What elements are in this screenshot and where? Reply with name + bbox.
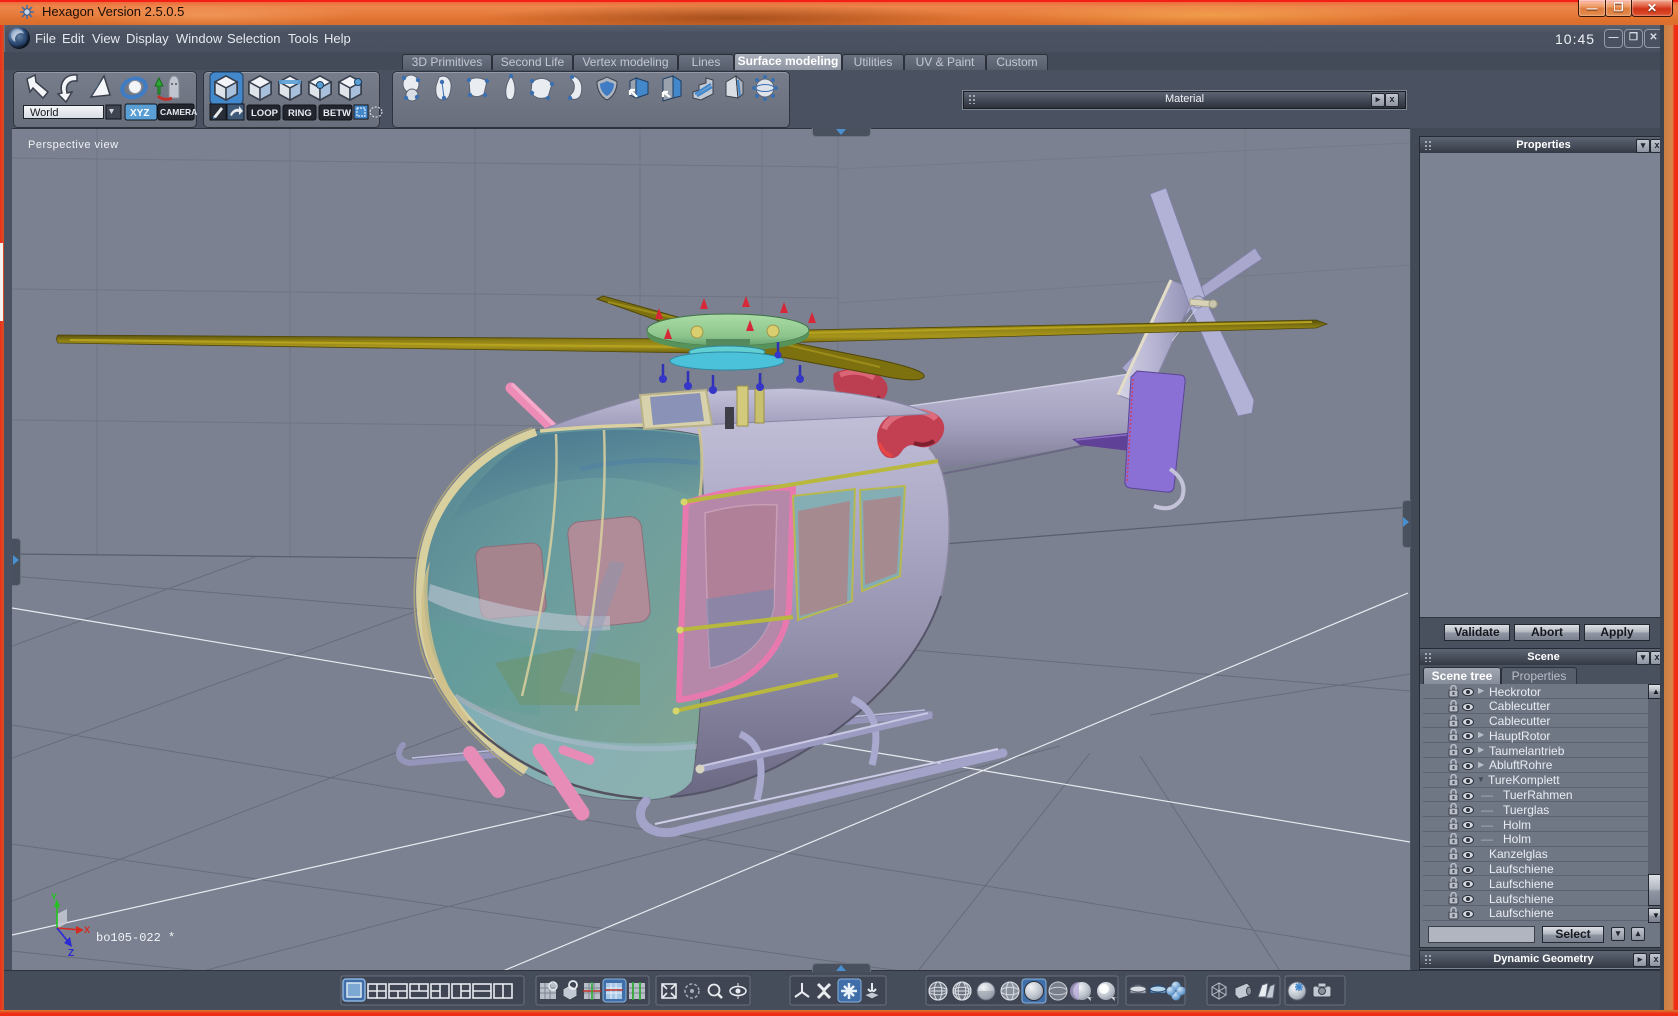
- svg-text:XYZ: XYZ: [130, 108, 149, 119]
- svg-text:RING: RING: [288, 108, 312, 119]
- svg-text:bo105-022 *: bo105-022 *: [96, 931, 175, 945]
- svg-text:CAMERA: CAMERA: [160, 107, 197, 117]
- svg-text:X: X: [84, 925, 90, 935]
- svg-text:BETW: BETW: [323, 108, 351, 119]
- svg-text:LOOP: LOOP: [251, 108, 279, 119]
- svg-text:Z: Z: [68, 948, 74, 959]
- svg-text:World: World: [30, 107, 59, 119]
- svg-text:Y: Y: [51, 892, 57, 902]
